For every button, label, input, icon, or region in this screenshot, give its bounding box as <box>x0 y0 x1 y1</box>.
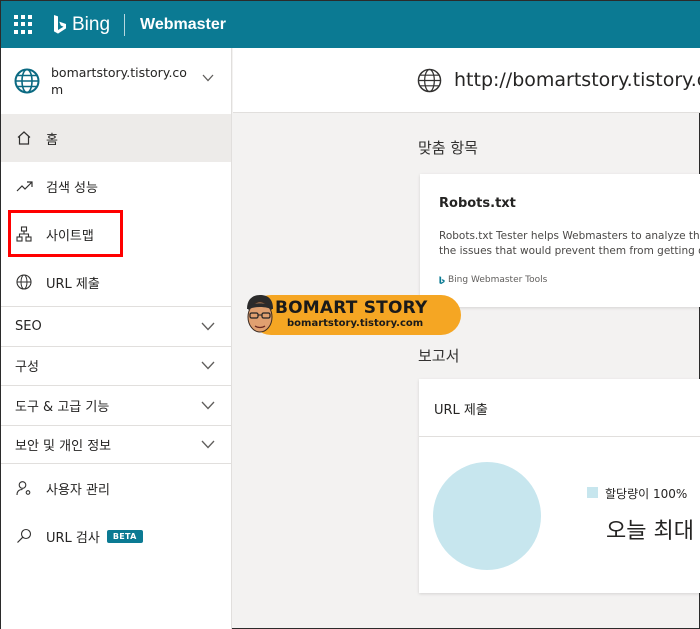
nav-item-search-performance[interactable]: 검색 성능 <box>1 162 231 210</box>
recommendation-card[interactable]: Robots.txt Robots.txt Tester helps Webma… <box>420 174 700 307</box>
chevron-down-icon <box>201 440 215 449</box>
beta-badge: BETA <box>106 529 143 543</box>
header-divider <box>124 13 126 36</box>
watermark: BOMART STORY bomartstory.tistory.com <box>241 293 461 337</box>
nav-item-url-inspection[interactable]: URL 검사 BETA <box>1 512 231 560</box>
globe-icon <box>15 273 33 291</box>
site-url: http://bomartstory.tistory.com <box>454 69 700 91</box>
sitemap-icon <box>15 225 33 243</box>
nav-section-label: 구성 <box>15 360 39 376</box>
nav-item-label: 홈 <box>46 132 58 148</box>
card-source-label: Bing Webmaster Tools <box>448 275 548 285</box>
nav-section-tools[interactable]: 도구 & 고급 기능 <box>1 385 231 425</box>
globe-icon <box>14 68 40 94</box>
search-icon <box>15 527 33 545</box>
quota-donut-chart <box>433 462 541 570</box>
nav-item-home[interactable]: 홈 <box>1 114 231 162</box>
report-card-url-submission[interactable]: URL 제출 할당량이 100% 오늘 최대 <box>419 379 700 593</box>
card-description-line: the issues that would prevent them from … <box>439 245 700 257</box>
card-source: Bing Webmaster Tools <box>439 275 547 285</box>
nav-item-label: 사용자 관리 <box>46 482 110 498</box>
report-card-header: URL 제출 <box>419 379 700 437</box>
bing-logo[interactable]: Bing <box>53 14 110 36</box>
user-settings-icon <box>15 479 33 497</box>
nav-item-url-submission[interactable]: URL 제출 <box>1 258 231 306</box>
bing-b-icon <box>439 275 445 284</box>
globe-icon <box>417 68 442 92</box>
report-card-title: URL 제출 <box>434 403 488 418</box>
avatar <box>247 295 273 333</box>
sidebar: bomartstory.tistory.com 홈 검색 성능 사이트맵 URL… <box>1 48 232 629</box>
nav-item-user-management[interactable]: 사용자 관리 <box>1 464 231 512</box>
bing-b-icon <box>54 14 66 34</box>
site-selector[interactable]: bomartstory.tistory.com <box>1 48 231 114</box>
nav-item-label: URL 검사 <box>46 530 100 546</box>
nav-item-label: 사이트맵 <box>46 228 94 244</box>
watermark-title: BOMART STORY <box>275 298 428 318</box>
watermark-subtitle: bomartstory.tistory.com <box>287 318 424 329</box>
bing-wordmark: Bing <box>72 13 111 35</box>
product-title[interactable]: Webmaster <box>140 16 226 34</box>
nav-section-label: 도구 & 고급 기능 <box>15 399 110 415</box>
nav-section-configuration[interactable]: 구성 <box>1 345 231 386</box>
nav-item-sitemap[interactable]: 사이트맵 <box>1 210 231 258</box>
nav-section-label: SEO <box>15 318 42 334</box>
app-launcher-icon[interactable] <box>14 14 34 35</box>
home-icon <box>15 129 33 147</box>
top-bar: Bing Webmaster <box>1 1 700 48</box>
trend-up-icon <box>15 177 33 195</box>
card-title: Robots.txt <box>439 196 516 211</box>
chevron-down-icon <box>201 322 215 331</box>
nav-section-security-privacy[interactable]: 보안 및 개인 정보 <box>1 424 231 464</box>
chevron-down-icon <box>201 361 215 370</box>
reports-title: 보고서 <box>418 347 460 365</box>
chevron-down-icon <box>202 74 214 82</box>
chevron-down-icon <box>201 401 215 410</box>
quota-headline: 오늘 최대 <box>606 519 694 544</box>
nav-item-label: 검색 성능 <box>46 180 98 196</box>
site-name: bomartstory.tistory.com <box>51 65 187 97</box>
card-description-line: Robots.txt Tester helps Webmasters to an… <box>439 230 700 242</box>
legend-swatch <box>587 487 598 498</box>
nav-section-seo[interactable]: SEO <box>1 306 231 346</box>
nav-section-label: 보안 및 개인 정보 <box>15 438 112 454</box>
recommended-title: 맞춤 항목 <box>418 139 478 157</box>
nav-item-label: URL 제출 <box>46 276 100 292</box>
site-url-header: http://bomartstory.tistory.com <box>233 48 700 113</box>
legend-label: 할당량이 100% <box>605 487 688 501</box>
